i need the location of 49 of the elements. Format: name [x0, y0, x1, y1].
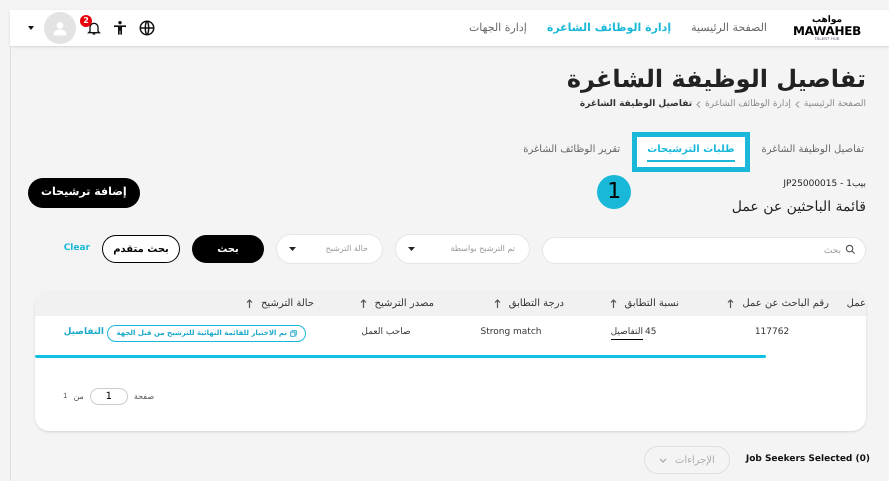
- table-cell-text: Strong match: [480, 326, 542, 340]
- filter-dropdown[interactable]: تم الترشيح بواسطة: [395, 234, 530, 264]
- page-title: تفاصيل الوظيفة الشاغرة: [566, 64, 866, 94]
- nav-link[interactable]: الصفحة الرئيسية: [691, 20, 767, 36]
- globe-icon[interactable]: [138, 19, 156, 37]
- sort-arrow-icon[interactable]: [360, 299, 366, 308]
- search-field[interactable]: بحث: [542, 237, 866, 264]
- chevron-icon: [794, 101, 800, 108]
- sort-arrow-icon[interactable]: [610, 299, 617, 308]
- page-number-field[interactable]: 1: [90, 388, 128, 405]
- nav-link[interactable]: إدارة الجهات: [468, 20, 527, 36]
- caret-icon: [289, 247, 296, 251]
- caret-icon[interactable]: [28, 26, 34, 30]
- selection-count: Job Seekers Selected (0): [746, 453, 870, 466]
- table-cell-text: 45: [645, 326, 656, 339]
- add-nominations-button[interactable]: إضافة ترشيحات: [28, 178, 140, 208]
- tab[interactable]: تفاصيل الوظيفة الشاغرة: [762, 142, 864, 162]
- details-link[interactable]: التفاصيل: [610, 326, 643, 340]
- column-header: عمل: [846, 297, 866, 311]
- breadcrumb-current: تفاصيل الوظيفة الشاغرة: [580, 98, 692, 111]
- person-icon: [52, 20, 68, 36]
- chevron-icon: [658, 458, 667, 462]
- callout-number: 1: [597, 174, 632, 208]
- copy-icon: [290, 330, 297, 336]
- table-cell-text: صاحب العمل: [361, 326, 411, 340]
- job-reference: بيب1 - JP25000015: [783, 178, 866, 190]
- breadcrumb-link[interactable]: الصفحة الرئيسية: [804, 98, 866, 112]
- notification-badge: 2: [80, 15, 92, 27]
- tab[interactable]: تقرير الوظائف الشاغرة: [523, 142, 620, 162]
- column-header[interactable]: حالة الترشيح: [260, 296, 314, 311]
- caret-icon: [408, 247, 415, 251]
- advanced-search-button[interactable]: بحث متقدم: [102, 235, 180, 263]
- column-header[interactable]: رقم الباحث عن عمل: [742, 296, 829, 311]
- chevron-icon: [696, 101, 702, 108]
- sort-arrow-icon[interactable]: [727, 299, 734, 308]
- sort-arrow-icon[interactable]: [494, 299, 501, 308]
- column-header[interactable]: نسبة التطابق: [624, 296, 679, 311]
- search-icon: [845, 244, 856, 254]
- search-button[interactable]: بحث: [192, 235, 264, 263]
- page-label: من: [73, 390, 84, 402]
- filter-dropdown[interactable]: حالة الترشيح: [276, 234, 383, 264]
- page-label: صفحة: [134, 390, 154, 402]
- table-cell-text: 117762: [754, 326, 790, 340]
- column-header[interactable]: درجة التطابق: [508, 296, 564, 311]
- sort-arrow-icon[interactable]: [246, 299, 253, 308]
- breadcrumb-link[interactable]: إدارة الوظائف الشاغرة: [705, 98, 791, 112]
- column-header[interactable]: مصدر الترشيح: [374, 296, 434, 311]
- accessibility-icon[interactable]: [112, 19, 128, 37]
- list-title: قائمة الباحثين عن عمل: [732, 198, 866, 217]
